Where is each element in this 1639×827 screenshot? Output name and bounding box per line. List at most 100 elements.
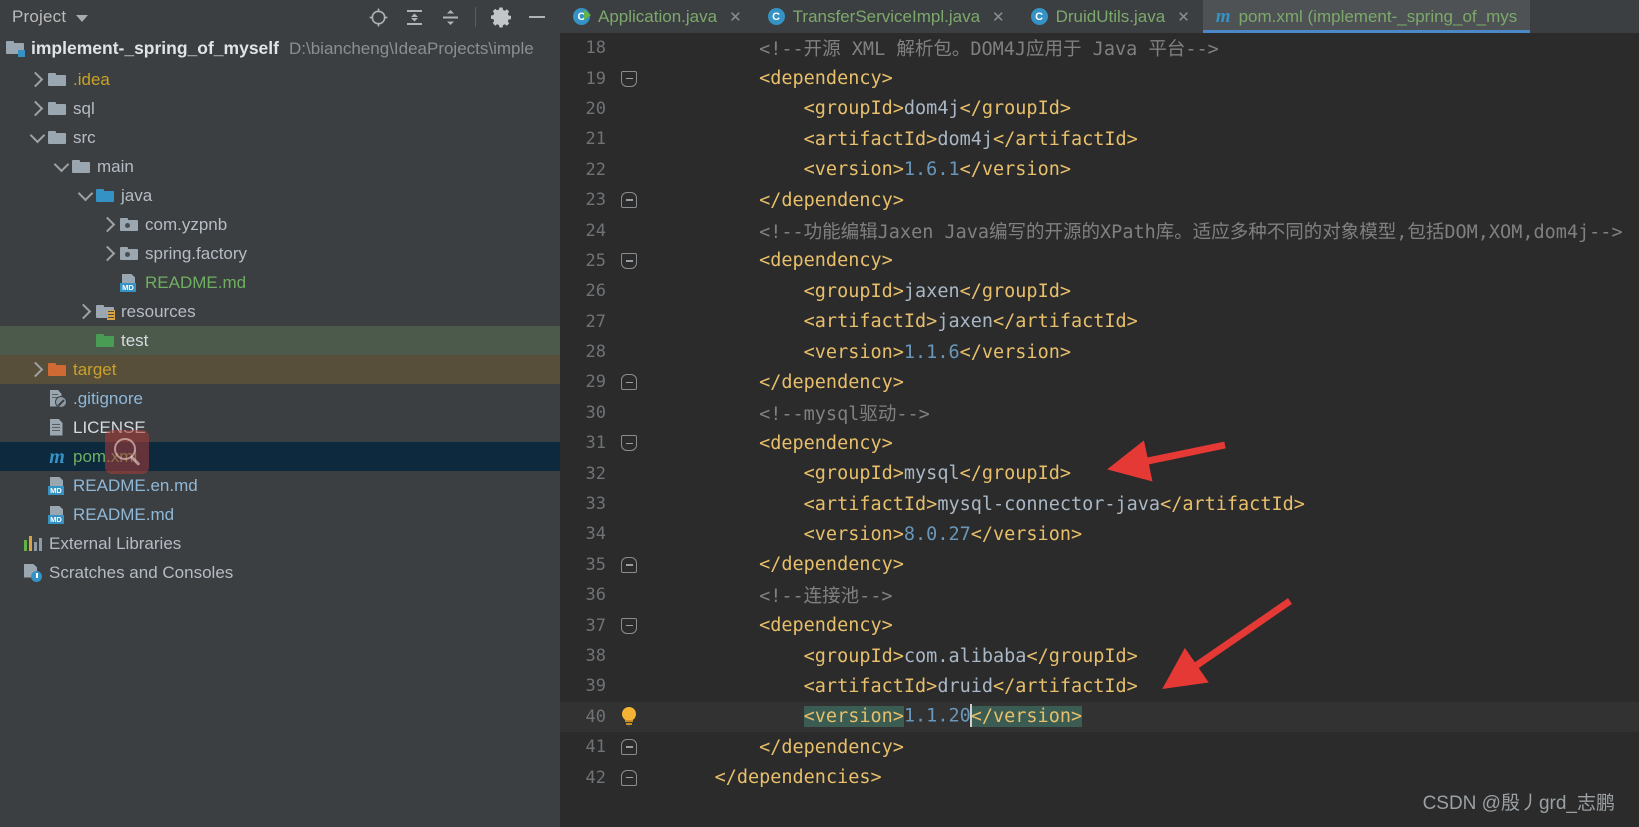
java-class-icon: C <box>1030 8 1048 25</box>
tree-item-target[interactable]: target <box>0 355 560 384</box>
chevron-down-icon[interactable] <box>28 127 46 144</box>
chevron-right-icon[interactable] <box>27 71 46 88</box>
code-line[interactable]: 22 <version>1.6.1</version> <box>560 155 1639 185</box>
fold-marker-expanded-icon[interactable] <box>621 435 637 452</box>
fold-gutter[interactable] <box>612 70 646 87</box>
code-line[interactable]: 25 <dependency> <box>560 246 1639 276</box>
fold-gutter[interactable] <box>612 374 646 391</box>
code-line[interactable]: 36 <!--连接池--> <box>560 580 1639 610</box>
fold-marker-end-icon[interactable] <box>621 769 637 786</box>
code-line[interactable]: 23 </dependency> <box>560 185 1639 215</box>
code-line[interactable]: 39 <artifactId>druid</artifactId> <box>560 671 1639 701</box>
code-token: 8.0.27 <box>903 523 971 545</box>
tree-item-test[interactable]: test <box>0 326 560 355</box>
tree-item-com-yzpnb[interactable]: com.yzpnb <box>0 210 560 239</box>
close-icon[interactable]: ✕ <box>729 8 742 26</box>
chevron-down-icon[interactable] <box>76 185 94 202</box>
chevron-right-icon[interactable] <box>99 216 118 233</box>
fold-marker-end-icon[interactable] <box>621 374 637 391</box>
intention-bulb-icon[interactable] <box>621 706 637 727</box>
chevron-right-icon[interactable] <box>75 303 94 320</box>
fold-gutter[interactable] <box>612 617 646 634</box>
code-line[interactable]: 19 <dependency> <box>560 63 1639 93</box>
code-line[interactable]: 41 </dependency> <box>560 732 1639 762</box>
project-root-row[interactable]: implement-_spring_of_myself D:\biancheng… <box>0 34 560 63</box>
tree-item-readme-md[interactable]: MD README.md <box>0 500 560 529</box>
code-line-text: </dependency> <box>670 737 1639 758</box>
editor-tab-bar[interactable]: C Application.java ✕ C TransferServiceImpl.… <box>560 0 1639 33</box>
editor-tab-pom[interactable]: m pom.xml (implement-_spring_of_mys <box>1202 0 1531 33</box>
settings-gear-icon[interactable] <box>490 6 512 28</box>
fold-marker-expanded-icon[interactable] <box>621 617 637 634</box>
code-line[interactable]: 35 </dependency> <box>560 550 1639 580</box>
fold-marker-expanded-icon[interactable] <box>621 252 637 269</box>
tree-item-readme-en-md[interactable]: MD README.en.md <box>0 471 560 500</box>
fold-marker-end-icon[interactable] <box>621 192 637 209</box>
code-token: </artifactId> <box>993 675 1138 697</box>
code-line-text: <artifactId>dom4j</artifactId> <box>670 129 1639 150</box>
code-line-text: <dependency> <box>670 68 1639 89</box>
fold-gutter[interactable] <box>612 252 646 269</box>
tree-item-idea[interactable]: .idea <box>0 65 560 94</box>
locate-target-icon[interactable] <box>367 6 389 28</box>
tree-item-src[interactable]: src <box>0 123 560 152</box>
tree-item-pom-xml[interactable]: m pom.xml <box>0 442 560 471</box>
editor-tab-application[interactable]: C Application.java ✕ <box>560 0 755 33</box>
code-line[interactable]: 29 </dependency> <box>560 367 1639 397</box>
code-line[interactable]: 38 <groupId>com.alibaba</groupId> <box>560 641 1639 671</box>
fold-gutter[interactable] <box>612 706 646 727</box>
code-line[interactable]: 24 <!--功能编辑Jaxen Java编写的开源的XPath库。适应多种不同… <box>560 215 1639 245</box>
code-line[interactable]: 32 <groupId>mysql</groupId> <box>560 458 1639 488</box>
chevron-right-icon[interactable] <box>99 245 118 262</box>
project-tree[interactable]: .idea sql src main java com.yzpnb spring… <box>0 63 560 587</box>
line-number: 25 <box>585 250 606 271</box>
code-line[interactable]: 28 <version>1.1.6</version> <box>560 337 1639 367</box>
collapse-all-icon[interactable] <box>439 6 461 28</box>
editor-tab-druidutils[interactable]: C DruidUtils.java ✕ <box>1018 0 1203 33</box>
panel-toolbar <box>367 6 556 28</box>
code-line[interactable]: 33 <artifactId>mysql-connector-java</art… <box>560 489 1639 519</box>
fold-gutter[interactable] <box>612 556 646 573</box>
tree-item-external-libraries[interactable]: External Libraries <box>0 529 560 558</box>
chevron-right-icon[interactable] <box>27 100 46 117</box>
code-line[interactable]: 27 <artifactId>jaxen</artifactId> <box>560 307 1639 337</box>
code-line[interactable]: 37 <dependency> <box>560 610 1639 640</box>
expand-all-icon[interactable] <box>403 6 425 28</box>
code-line-text: <!--mysql驱动--> <box>670 400 1639 426</box>
close-icon[interactable]: ✕ <box>1177 8 1190 26</box>
fold-gutter[interactable] <box>612 192 646 209</box>
tree-item-gitignore[interactable]: .gitignore <box>0 384 560 413</box>
tree-item-sql[interactable]: sql <box>0 94 560 123</box>
fold-gutter[interactable] <box>612 739 646 756</box>
chevron-right-icon[interactable] <box>27 361 46 378</box>
line-number: 23 <box>585 190 606 211</box>
code-line[interactable]: 21 <artifactId>dom4j</artifactId> <box>560 124 1639 154</box>
tree-item-main[interactable]: main <box>0 152 560 181</box>
fold-marker-expanded-icon[interactable] <box>621 70 637 87</box>
fold-gutter[interactable] <box>612 435 646 452</box>
tree-item-java[interactable]: java <box>0 181 560 210</box>
tree-item-spring-factory[interactable]: spring.factory <box>0 239 560 268</box>
minimize-icon[interactable] <box>526 6 548 28</box>
tree-item-label: test <box>121 330 149 350</box>
chevron-down-icon[interactable] <box>52 156 70 173</box>
code-line[interactable]: 26 <groupId>jaxen</groupId> <box>560 276 1639 306</box>
tree-item-readme-md[interactable]: MD README.md <box>0 268 560 297</box>
tree-item-resources[interactable]: resources <box>0 297 560 326</box>
code-line[interactable]: 20 <groupId>dom4j</groupId> <box>560 94 1639 124</box>
code-token: </dependency> <box>759 736 904 758</box>
code-line[interactable]: 31 <dependency> <box>560 428 1639 458</box>
code-line[interactable]: 40 <version>1.1.20</version> <box>560 701 1639 732</box>
tree-item-scratches-and-consoles[interactable]: Scratches and Consoles <box>0 558 560 587</box>
code-line[interactable]: 34 <version>8.0.27</version> <box>560 519 1639 549</box>
editor-tab-transferserviceimpl[interactable]: C TransferServiceImpl.java ✕ <box>755 0 1018 33</box>
code-line[interactable]: 18 <!--开源 XML 解析包。DOM4J应用于 Java 平台--> <box>560 33 1639 63</box>
code-line[interactable]: 30 <!--mysql驱动--> <box>560 398 1639 428</box>
tree-item-license[interactable]: LICENSE <box>0 413 560 442</box>
chevron-down-icon[interactable] <box>76 15 89 22</box>
fold-gutter[interactable] <box>612 769 646 786</box>
code-editor[interactable]: 18 <!--开源 XML 解析包。DOM4J应用于 Java 平台--> 19 … <box>560 33 1639 827</box>
fold-marker-end-icon[interactable] <box>621 556 637 573</box>
close-icon[interactable]: ✕ <box>992 8 1005 26</box>
fold-marker-end-icon[interactable] <box>621 739 637 756</box>
